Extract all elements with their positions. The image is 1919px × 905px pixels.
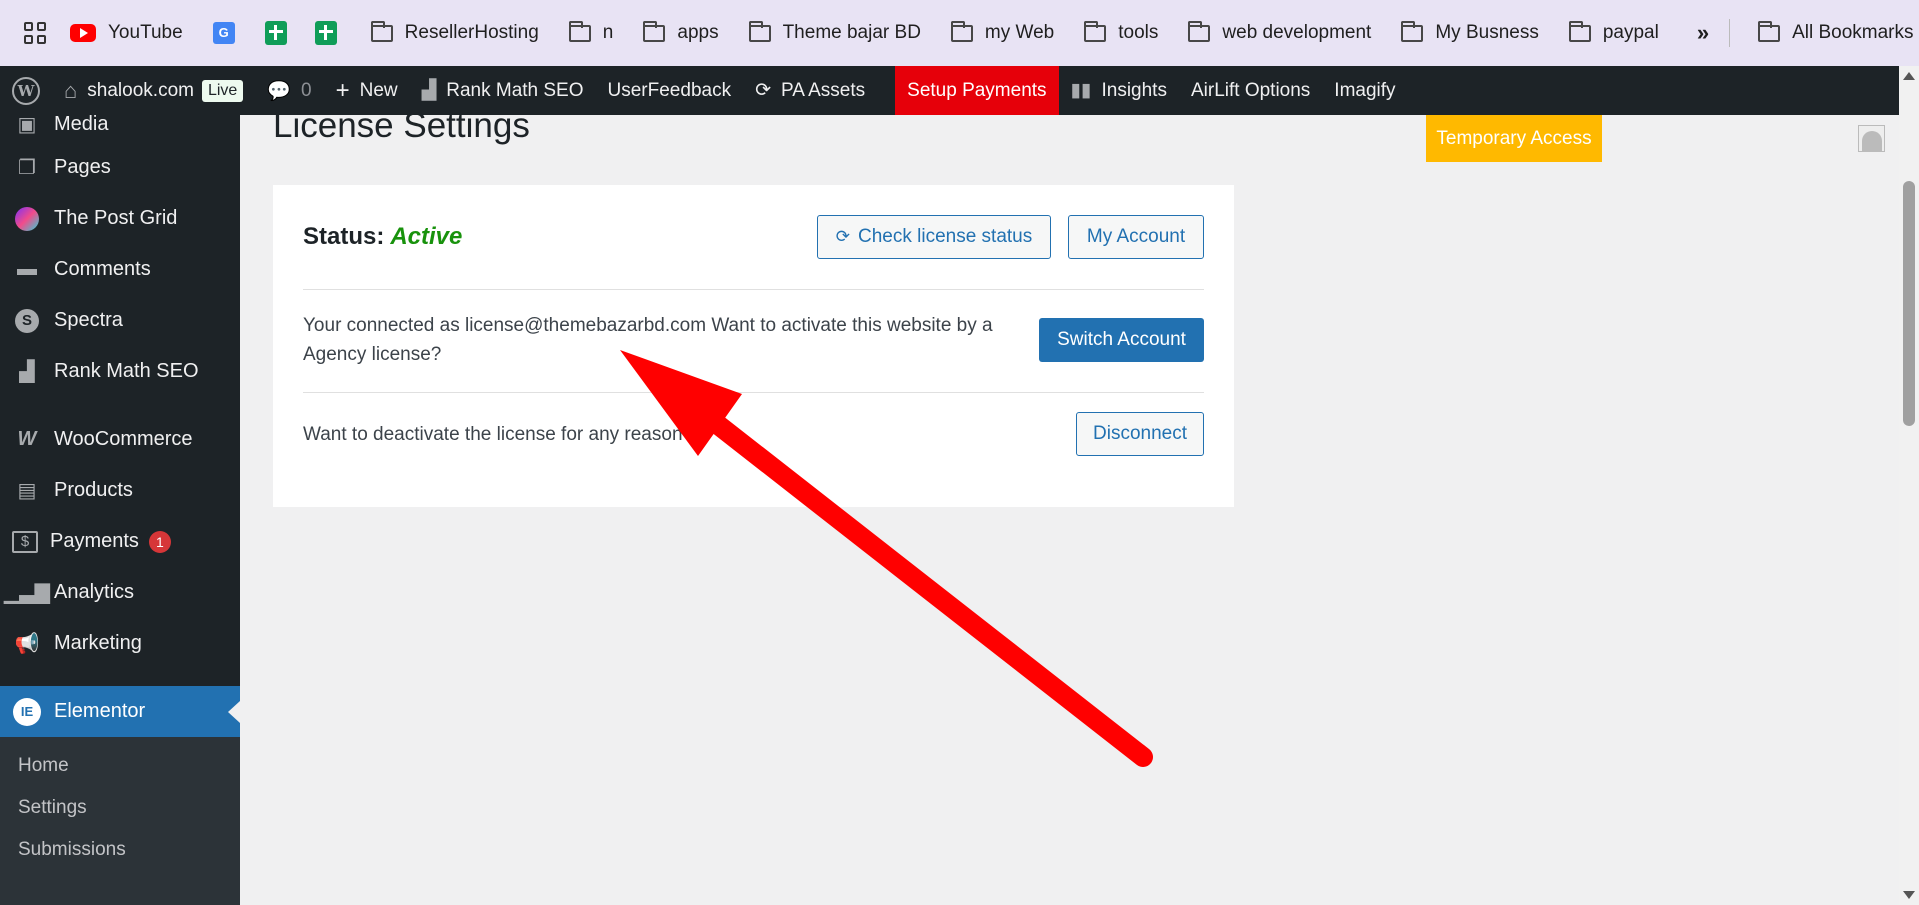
megaphone-icon: 📢 [14,633,40,655]
card-divider [303,289,1204,290]
youtube-icon [70,24,96,42]
admin-sidebar: ▣ Media ❐ Pages The Post Grid ▬ Comments SS… [0,115,240,905]
comments-icon: ▬ [17,258,37,280]
google-sheets-icon [264,21,287,45]
comment-bubble-icon: 💬 [267,80,291,102]
google-sheets-icon [314,21,337,45]
home-icon: ⌂ [64,77,78,103]
elementor-submenu: Home Settings Submissions [0,737,240,905]
bookmark-sheet-2[interactable] [314,21,349,45]
switch-account-button[interactable]: Switch Account [1039,318,1204,362]
disconnect-button[interactable]: Disconnect [1076,412,1204,456]
refresh-icon: ⟳ [755,80,771,101]
user-avatar-icon[interactable] [1858,125,1885,152]
sidebar-separator [0,397,240,414]
bookmark-folder-my-web[interactable]: my Web [950,20,1054,44]
sidebar-item-marketing[interactable]: 📢 Marketing [0,618,240,669]
temporary-access-button[interactable]: Temporary Access [1426,115,1602,162]
airlift-options-menu[interactable]: AirLift Options [1179,66,1322,115]
media-icon: ▣ [17,115,37,136]
sidebar-item-products[interactable]: ▤ Products [0,465,240,516]
more-bookmarks-chevron-icon[interactable]: » [1697,20,1709,46]
sidebar-item-analytics[interactable]: ▁▃▇ Analytics [0,567,240,618]
refresh-icon: ⟳ [835,227,850,246]
folder-icon [1188,20,1211,42]
scroll-up-arrow-icon[interactable] [1903,72,1915,80]
sidebar-item-media[interactable]: ▣ Media [0,115,240,142]
bookmarks-divider [1729,19,1731,47]
pa-assets-menu[interactable]: ⟳ PA Assets [743,66,877,115]
plus-icon: + [335,76,350,104]
bookmark-folder-resellerhosting[interactable]: ResellerHosting [370,20,539,44]
bookmark-folder-tools[interactable]: tools [1084,20,1158,44]
connected-account-text: Your connected as license@themebazarbd.c… [303,315,993,365]
check-license-status-button[interactable]: ⟳ Check license status [817,215,1051,259]
folder-icon [370,20,393,42]
live-badge: Live [201,79,244,102]
wp-logo-menu[interactable]: W [0,66,52,115]
sidebar-item-the-post-grid[interactable]: The Post Grid [0,193,240,244]
sidebar-item-elementor[interactable]: IE Elementor [0,686,240,737]
bookmark-folder-web-development[interactable]: web development [1188,20,1371,44]
license-card: Status: Active ⟳ Check license status My … [273,185,1234,507]
elementor-icon: IE [12,697,42,726]
apps-grid-icon[interactable] [24,22,46,44]
scroll-down-arrow-icon[interactable] [1903,891,1915,899]
sidebar-item-comments[interactable]: ▬ Comments [0,244,240,295]
userfeedback-menu[interactable]: UserFeedback [596,66,744,115]
submenu-item-settings[interactable]: Settings [0,787,240,829]
rank-math-icon: ▟ [19,361,35,383]
bookmark-folder-n[interactable]: n [568,20,613,44]
sidebar-item-rank-math-seo[interactable]: ▟ Rank Math SEO [0,346,240,397]
bar-chart-icon: ▮▮ [1070,80,1092,101]
folder-icon [1568,20,1591,42]
bookmark-google-translate[interactable]: G [212,22,247,44]
imagify-menu[interactable]: Imagify [1322,66,1407,115]
sidebar-item-woocommerce[interactable]: W WooCommerce [0,414,240,465]
google-translate-icon: G [212,22,235,44]
bookmark-folder-theme-bajar[interactable]: Theme bajar BD [748,20,921,44]
payments-dollar-icon: $ [12,530,38,553]
status-value: Active [390,223,463,250]
my-account-button[interactable]: My Account [1068,215,1204,259]
rank-math-icon: ▟ [421,80,437,101]
sidebar-separator [0,669,240,686]
folder-icon [748,20,771,42]
folder-icon [1084,20,1107,42]
bookmark-youtube[interactable]: YouTube [70,22,183,44]
bookmark-folder-my-busness[interactable]: My Busness [1401,20,1539,44]
analytics-bars-icon: ▁▃▇ [3,582,51,604]
page-title: License Settings [273,106,530,145]
folder-icon [568,20,591,42]
scrollbar-thumb[interactable] [1903,181,1915,426]
folder-icon [1758,20,1781,42]
folder-icon [950,20,973,42]
setup-payments-menu[interactable]: Setup Payments [895,66,1059,115]
payments-count-badge: 1 [148,530,171,553]
bookmarks-bar: YouTube G ResellerHosting n apps Theme b… [0,0,1919,66]
bookmark-folder-apps[interactable]: apps [643,20,719,44]
card-divider [303,392,1204,393]
spectra-icon: S [12,308,42,334]
site-name-menu[interactable]: ⌂ shalook.com Live [52,66,255,115]
insights-menu[interactable]: ▮▮ Insights [1059,66,1179,115]
submenu-item-submissions[interactable]: Submissions [0,829,240,871]
submenu-item-home[interactable]: Home [0,745,240,787]
deactivate-license-text: Want to deactivate the license for any r… [303,424,694,445]
page-scrollbar[interactable] [1899,66,1919,905]
sidebar-item-pages[interactable]: ❐ Pages [0,142,240,193]
license-status: Status: Active [303,223,463,250]
bookmark-sheet-1[interactable] [264,21,299,45]
sidebar-item-spectra[interactable]: S Spectra [0,295,240,346]
post-grid-icon [12,206,42,232]
archive-box-icon: ▤ [17,480,37,502]
wordpress-logo-icon: W [12,76,40,105]
bookmark-folder-paypal[interactable]: paypal [1568,20,1659,44]
all-bookmarks[interactable]: All Bookmarks [1758,20,1914,44]
pages-icon: ❐ [18,157,36,179]
woocommerce-icon: W [17,428,37,450]
sidebar-item-payments[interactable]: $ Payments 1 [0,516,240,567]
folder-icon [1401,20,1424,42]
folder-icon [643,20,666,42]
